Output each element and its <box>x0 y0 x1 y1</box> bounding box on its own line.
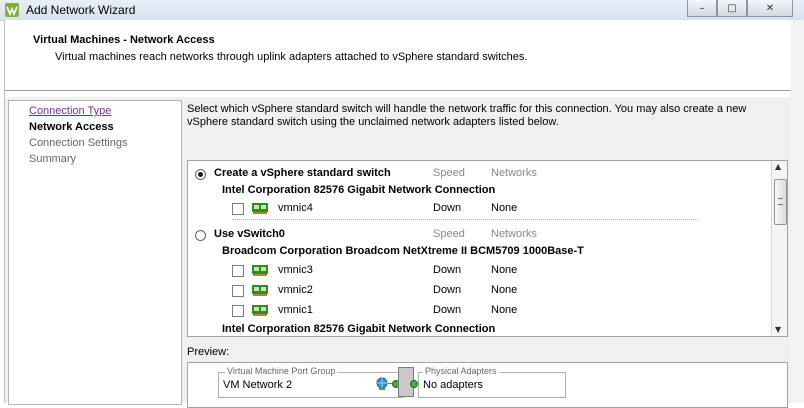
network-adapter-icon <box>252 285 268 296</box>
physical-adapters-box: Physical Adapters No adapters <box>418 366 566 398</box>
nic-checkbox[interactable] <box>232 265 244 277</box>
nic-networks: None <box>491 284 518 296</box>
adapter-name: Intel Corporation 82576 Gigabit Network … <box>222 184 496 196</box>
switch-list: Create a vSphere standard switch Speed N… <box>187 160 788 337</box>
adapter-name: Intel Corporation 82576 Gigabit Network … <box>222 323 496 335</box>
minimize-button[interactable]: – <box>687 0 717 17</box>
page-description: Virtual machines reach networks through … <box>55 51 528 63</box>
instruction-text: Select which vSphere standard switch wil… <box>187 103 747 128</box>
scroll-up-icon[interactable]: ▲ <box>775 162 781 171</box>
close-icon: ✕ <box>765 2 775 14</box>
window-title: Add Network Wizard <box>26 3 136 17</box>
nic-name: vmnic2 <box>278 284 313 296</box>
window-controls: – □ ✕ <box>687 0 793 18</box>
network-adapter-icon <box>252 265 268 276</box>
option-create-switch[interactable]: Create a vSphere standard switch Speed N… <box>188 165 768 183</box>
scroll-thumb[interactable] <box>774 179 787 225</box>
nic-row-vmnic1[interactable]: vmnic1 Down None <box>188 302 768 320</box>
radio-use-vswitch0[interactable] <box>195 230 206 241</box>
wizard-steps: Connection Type Network Access Connectio… <box>8 100 182 405</box>
network-adapter-icon <box>252 203 268 214</box>
nic-row-vmnic4[interactable]: vmnic4 Down None <box>188 200 768 218</box>
option-label: Create a vSphere standard switch <box>214 167 391 179</box>
nic-networks: None <box>491 202 518 214</box>
preview-label: Preview: <box>187 346 230 358</box>
page-title: Virtual Machines - Network Access <box>33 34 215 46</box>
port-group-caption: Virtual Machine Port Group <box>225 366 338 376</box>
scroll-down-icon[interactable]: ▼ <box>775 325 781 334</box>
adapter-group: Intel Corporation 82576 Gigabit Network … <box>188 321 768 336</box>
maximize-button[interactable]: □ <box>717 0 747 17</box>
physical-adapters-caption: Physical Adapters <box>423 366 499 376</box>
wizard-header: Virtual Machines - Network Access Virtua… <box>5 20 791 91</box>
preview-panel: Virtual Machine Port Group VM Network 2 … <box>187 362 788 408</box>
nic-speed: Down <box>433 264 462 276</box>
nic-row-vmnic3[interactable]: vmnic3 Down None <box>188 262 768 280</box>
nic-speed: Down <box>433 202 462 214</box>
title-bar: Add Network Wizard – □ ✕ <box>0 0 804 21</box>
connector-dot <box>410 380 418 388</box>
nic-checkbox[interactable] <box>232 285 244 297</box>
step-connection-settings: Connection Settings <box>29 137 128 149</box>
networks-header: Networks <box>491 228 537 240</box>
speed-header: Speed <box>433 228 465 240</box>
option-label: Use vSwitch0 <box>214 228 285 240</box>
speed-header: Speed <box>433 167 465 179</box>
step-connection-type[interactable]: Connection Type <box>29 105 111 117</box>
port-group-name: VM Network 2 <box>223 379 293 391</box>
option-use-vswitch0[interactable]: Use vSwitch0 Speed Networks <box>188 226 768 244</box>
wizard-frame: Virtual Machines - Network Access Virtua… <box>4 20 791 408</box>
nic-speed: Down <box>433 284 462 296</box>
networks-header: Networks <box>491 167 537 179</box>
radio-create-switch[interactable] <box>195 169 206 180</box>
maximize-icon: □ <box>727 2 737 14</box>
nic-speed: Down <box>433 304 462 316</box>
adapter-group: Broadcom Corporation Broadcom NetXtreme … <box>188 243 768 261</box>
row-separator <box>232 219 698 220</box>
nic-checkbox[interactable] <box>232 203 244 215</box>
step-network-access: Network Access <box>29 121 114 133</box>
network-globe-icon <box>376 377 388 390</box>
nic-name: vmnic1 <box>278 304 313 316</box>
nic-networks: None <box>491 304 518 316</box>
port-group-box: Virtual Machine Port Group VM Network 2 <box>218 366 404 398</box>
physical-adapters-value: No adapters <box>423 379 483 391</box>
minimize-icon: – <box>699 2 705 14</box>
wizard-body: Connection Type Network Access Connectio… <box>5 97 791 408</box>
close-button[interactable]: ✕ <box>747 0 793 17</box>
nic-name: vmnic3 <box>278 264 313 276</box>
nic-name: vmnic4 <box>278 202 313 214</box>
nic-checkbox[interactable] <box>232 305 244 317</box>
list-scrollbar[interactable]: ▲ ▼ <box>771 161 787 336</box>
adapter-name: Broadcom Corporation Broadcom NetXtreme … <box>222 245 584 257</box>
adapter-group: Intel Corporation 82576 Gigabit Network … <box>188 182 768 200</box>
vsphere-app-icon <box>5 3 19 17</box>
network-adapter-icon <box>252 305 268 316</box>
nic-row-vmnic2[interactable]: vmnic2 Down None <box>188 282 768 300</box>
nic-networks: None <box>491 264 518 276</box>
step-summary: Summary <box>29 153 77 165</box>
background-window-edge <box>790 20 804 403</box>
